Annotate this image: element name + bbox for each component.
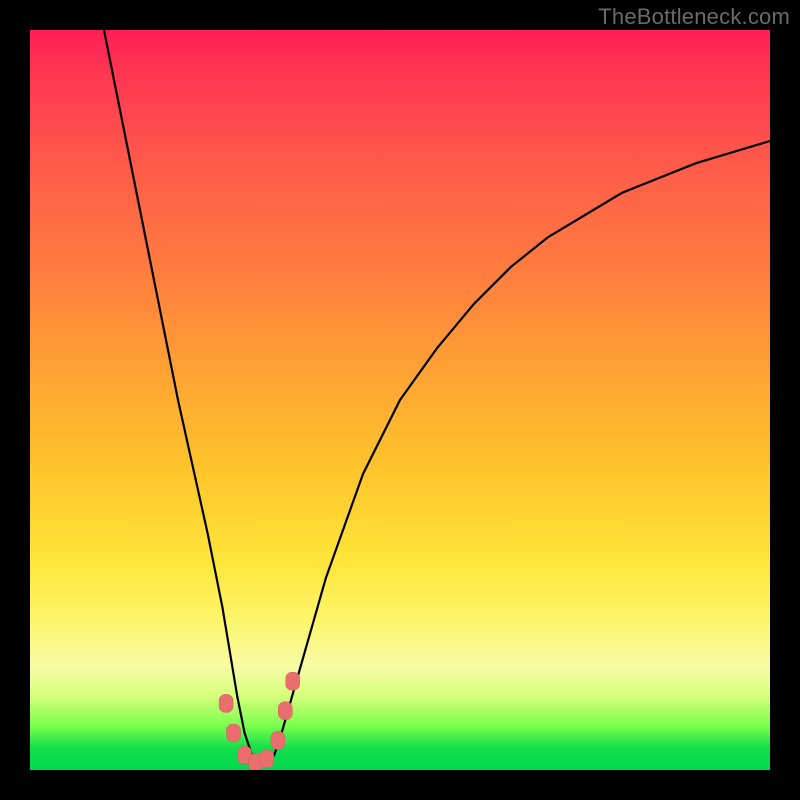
curve-marker xyxy=(271,731,285,749)
curve-marker xyxy=(219,694,233,712)
watermark-text: TheBottleneck.com xyxy=(598,4,790,30)
plot-area xyxy=(30,30,770,770)
curve-marker xyxy=(227,724,241,742)
chart-frame: TheBottleneck.com xyxy=(0,0,800,800)
curve-marker xyxy=(260,750,274,768)
curve-layer xyxy=(30,30,770,770)
curve-marker xyxy=(278,702,292,720)
markers-group xyxy=(219,672,300,770)
bottleneck-curve xyxy=(104,30,770,763)
curve-marker xyxy=(286,672,300,690)
